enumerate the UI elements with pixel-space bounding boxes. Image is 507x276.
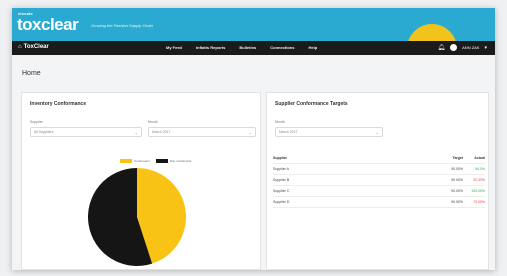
cell-supplier: Supplier D [273,200,290,204]
month-select-value: March 2017 [279,130,298,134]
page-title: Home [22,70,41,77]
user-name[interactable]: ANN ZAK [462,45,479,50]
month-label: Month [148,120,158,124]
legend-label: Non-conformant [169,159,192,163]
nav-reports[interactable]: Inflatts Reports [196,45,225,50]
chevron-down-icon[interactable]: ▾ [484,45,487,51]
cell-target: 90.00% [451,189,463,193]
month-select[interactable]: March 2017 ⌄ [148,127,256,137]
nav-user-area: 🔔︎ ANN ZAK ▾ [438,44,487,51]
table-header-row: Supplier Target Actual [273,153,485,164]
header-target[interactable]: Target [439,156,463,160]
cell-target: 90.00% [451,200,463,204]
cell-target: 90.00% [451,178,463,182]
cell-actual: 70.00% [473,200,485,204]
header-actual[interactable]: Actual [463,156,485,160]
cell-supplier: Supplier A [273,167,289,171]
cell-supplier: Supplier C [273,189,290,193]
month-select-value: March 2017 [152,130,171,134]
nav-my-feed[interactable]: My Feed [166,45,182,50]
toxclear-logo[interactable]: toxclear [17,16,79,34]
legend-item-conformant[interactable]: Conformant [120,159,150,163]
legend-swatch-yellow [120,159,132,163]
nav-bulletins[interactable]: Bulletins [239,45,256,50]
cell-actual: 94.0% [475,167,485,171]
supplier-select-value: All Suppliers [34,130,54,134]
bell-icon[interactable]: 🔔︎ [438,44,446,51]
legend-swatch-black [155,159,168,163]
month-label: Month [275,120,285,124]
chevron-down-icon: ⌄ [134,130,138,135]
pie-chart-container [87,167,187,267]
top-nav: ⌂ ToxClear My Feed Inflatts Reports Bull… [12,41,495,55]
cell-supplier: Supplier B [273,178,290,182]
brand-tagline: Growing the Fashion Supply Chain [91,23,153,28]
panel-title: Supplier Conformance Targets [275,101,348,107]
supplier-targets-table: Supplier Target Actual Supplier A 90.00%… [273,153,485,208]
legend-item-nonconformant[interactable]: Non-conformant [155,159,192,163]
nav-connections[interactable]: Connections [270,45,294,50]
panel-title: Inventory Conformance [30,101,87,107]
nav-links: My Feed Inflatts Reports Bulletins Conne… [166,45,317,50]
table-row[interactable]: Supplier D 90.00% 70.00% [273,197,485,208]
legend-label: Conformant [134,159,150,163]
cell-target: 90.00% [451,167,463,171]
nav-help[interactable]: Help [308,45,317,50]
header-supplier[interactable]: Supplier [273,156,439,160]
app-home-link[interactable]: ⌂ ToxClear [18,44,49,50]
chevron-down-icon: ⌄ [375,130,379,135]
app-name: ToxClear [23,44,49,50]
table-row[interactable]: Supplier B 90.00% 20.33% [273,175,485,186]
home-icon: ⌂ [18,44,22,50]
supplier-select[interactable]: All Suppliers ⌄ [30,127,142,137]
user-avatar-icon[interactable] [450,44,458,51]
supplier-label: Supplier [30,120,43,124]
sun-graphic [407,24,457,41]
supplier-targets-panel: Supplier Conformance Targets Month March… [266,92,489,270]
chart-legend: Conformant Non-conformant [120,159,191,163]
app-window: elevate toxclear Growing the Fashion Sup… [12,8,495,270]
month-select[interactable]: March 2017 ⌄ [275,127,383,137]
inventory-conformance-panel: Inventory Conformance Supplier All Suppl… [21,92,261,270]
cell-actual: 100.00% [471,189,485,193]
conformance-pie-chart [87,168,186,266]
chevron-down-icon: ⌄ [248,130,252,135]
brand-banner: elevate toxclear Growing the Fashion Sup… [12,8,495,41]
table-row[interactable]: Supplier A 90.00% 94.0% [273,164,485,175]
table-row[interactable]: Supplier C 90.00% 100.00% [273,186,485,197]
cell-actual: 20.33% [473,178,485,182]
